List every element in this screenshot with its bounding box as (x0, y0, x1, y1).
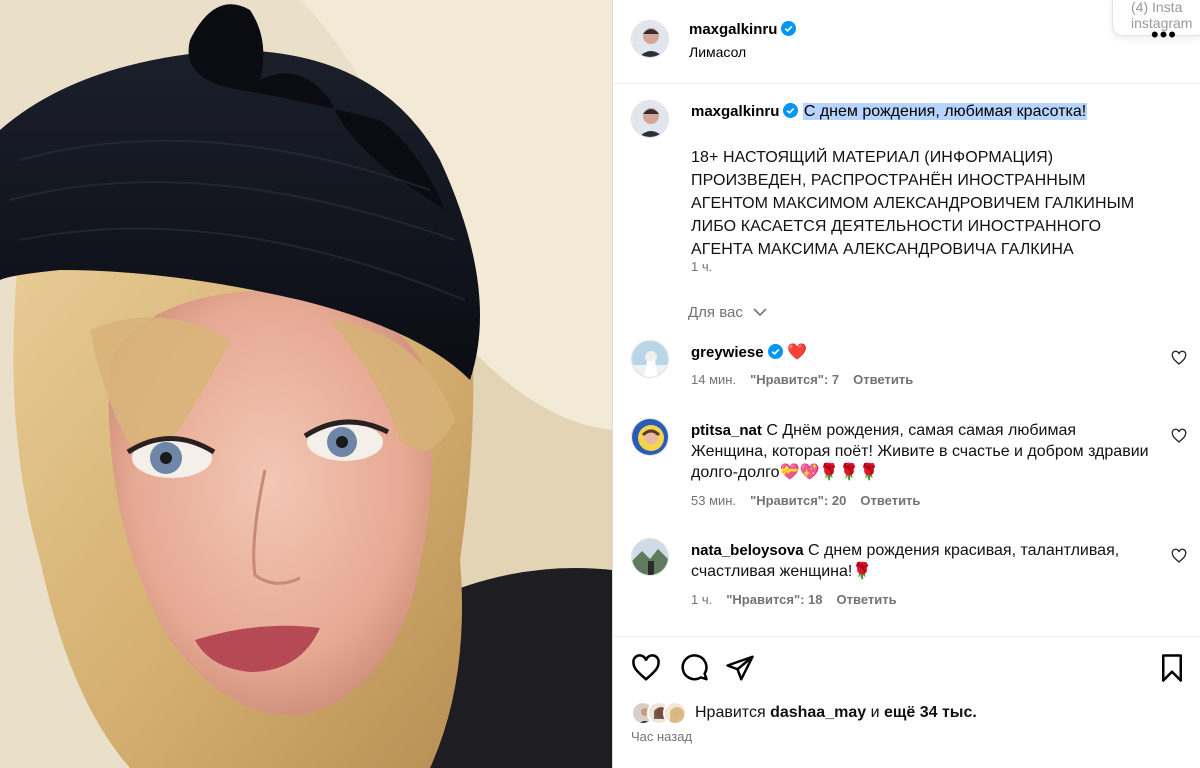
author-name-row: maxgalkinru (689, 21, 797, 39)
likes-user[interactable]: dashaa_may (770, 704, 866, 721)
comment-meta: 14 мин. "Нравится": 7 Ответить (691, 372, 913, 387)
comment-text-row: nata_beloysova С днем рождения красивая,… (691, 540, 1151, 582)
like-comment-heart-icon[interactable] (1171, 548, 1187, 564)
portrait-image (0, 0, 612, 768)
verified-badge-icon (767, 344, 783, 359)
comments-sort-dropdown[interactable]: Для вас (688, 304, 767, 321)
caption-headline: С днем рождения, любимая красотка! (802, 103, 1088, 120)
post-photo[interactable] (0, 0, 612, 768)
post-actions: Нравится dashaa_may и ещё 34 тыс. Час на… (613, 636, 1200, 768)
verified-badge-icon (781, 21, 797, 36)
comment-time[interactable]: 1 ч. (691, 592, 712, 607)
comment-likes[interactable]: "Нравится": 18 (726, 592, 822, 607)
reply-button[interactable]: Ответить (860, 493, 920, 508)
avatar-image (632, 419, 668, 455)
verified-badge-icon (783, 103, 799, 118)
author-avatar[interactable] (631, 20, 669, 58)
likes-prefix: Нравится (695, 704, 766, 721)
heart-icon[interactable] (631, 653, 661, 683)
post-location[interactable]: Лимасол (689, 44, 746, 60)
bookmark-icon[interactable] (1157, 653, 1187, 683)
comment-time[interactable]: 14 мин. (691, 372, 736, 387)
comment-meta: 53 мин. "Нравится": 20 Ответить (691, 493, 920, 508)
share-icon[interactable] (725, 653, 755, 683)
commenter-username[interactable]: greywiese (691, 344, 764, 361)
commenter-username[interactable]: ptitsa_nat (691, 422, 762, 439)
avatar-image (632, 539, 668, 575)
comment-text-row: ptitsa_nat С Днём рождения, самая самая … (691, 420, 1151, 483)
post-sidebar: (4) Insta instagram maxgalkinru Лимасол … (612, 0, 1200, 768)
commenter-username[interactable]: nata_beloysova (691, 542, 804, 559)
commenter-avatar[interactable] (631, 418, 669, 456)
likes-count[interactable]: ещё 34 тыс. (884, 704, 977, 721)
commenter-avatar[interactable] (631, 340, 669, 378)
comment-text-row: greywiese ❤️ (691, 342, 1151, 363)
caption-author-avatar[interactable] (631, 100, 669, 138)
reply-button[interactable]: Ответить (837, 592, 897, 607)
caption-body: 18+ НАСТОЯЩИЙ МАТЕРИАЛ (ИНФОРМАЦИЯ) ПРОИ… (691, 149, 1135, 258)
comment-likes[interactable]: "Нравится": 7 (750, 372, 839, 387)
comment-icon[interactable] (679, 653, 709, 683)
commenter-avatar[interactable] (631, 538, 669, 576)
liker-avatar (663, 701, 687, 725)
caption-author-username[interactable]: maxgalkinru (691, 103, 779, 120)
likes-summary[interactable]: Нравится dashaa_may и ещё 34 тыс. (695, 704, 977, 722)
comment-time[interactable]: 53 мин. (691, 493, 736, 508)
post-header: maxgalkinru Лимасол ••• (613, 0, 1200, 84)
comment-likes[interactable]: "Нравится": 20 (750, 493, 846, 508)
caption-time[interactable]: 1 ч. (691, 259, 712, 274)
avatar-image (632, 101, 668, 137)
comment-meta: 1 ч. "Нравится": 18 Ответить (691, 592, 897, 607)
like-comment-heart-icon[interactable] (1171, 350, 1187, 366)
post-time-ago[interactable]: Час назад (631, 729, 692, 744)
caption-headline-row: maxgalkinru С днем рождения, любимая кра… (691, 103, 1088, 121)
author-username[interactable]: maxgalkinru (689, 21, 777, 38)
reply-button[interactable]: Ответить (853, 372, 913, 387)
like-comment-heart-icon[interactable] (1171, 428, 1187, 444)
avatar-image (632, 341, 668, 377)
more-options-button[interactable]: ••• (1151, 24, 1177, 46)
avatar-image (632, 21, 668, 57)
chevron-down-icon (753, 308, 767, 317)
likes-and: и (870, 704, 880, 721)
sort-label: Для вас (688, 304, 743, 321)
comment-text: ❤️ (787, 344, 807, 361)
